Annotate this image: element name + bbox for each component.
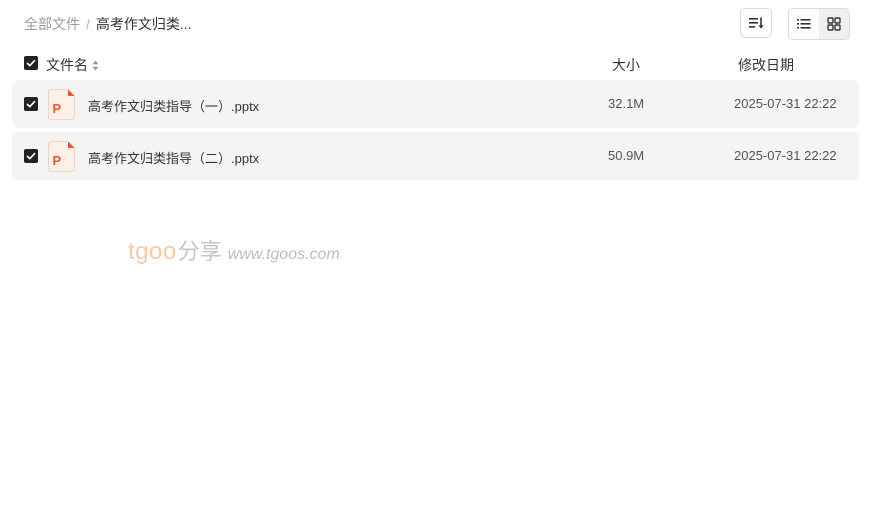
row-checkbox[interactable] — [24, 149, 38, 163]
watermark-cn: 分享 — [177, 239, 222, 264]
checkmark-icon — [26, 100, 36, 108]
grid-view-icon — [827, 17, 841, 31]
watermark-url: www.tgoos.com — [227, 246, 340, 263]
file-size: 32.1M — [608, 96, 645, 111]
select-all-checkbox[interactable] — [24, 56, 38, 70]
list-view-button[interactable] — [789, 9, 819, 39]
breadcrumb-separator: / — [86, 16, 90, 32]
file-name[interactable]: 高考作文归类指导（一）.pptx — [88, 96, 259, 115]
breadcrumb-root-link[interactable]: 全部文件 — [24, 14, 80, 34]
checkmark-icon — [26, 152, 36, 160]
view-toggle — [788, 8, 850, 40]
grid-view-button[interactable] — [819, 9, 849, 39]
column-header-name-label: 文件名 — [46, 57, 88, 73]
column-header-modified: 修改日期 — [738, 57, 794, 73]
file-modified-date: 2025-07-31 22:22 — [734, 96, 837, 111]
svg-text:P: P — [53, 101, 62, 116]
column-header-name[interactable]: 文件名 — [46, 55, 99, 75]
column-header-size: 大小 — [612, 57, 640, 73]
sort-toggle-icon — [92, 60, 99, 71]
file-modified-date: 2025-07-31 22:22 — [734, 148, 837, 163]
sort-icon — [749, 17, 764, 29]
breadcrumb-current: 高考作文归类... — [95, 16, 192, 32]
file-row[interactable]: P 高考作文归类指导（一）.pptx 32.1M 2025-07-31 22:2… — [12, 80, 859, 128]
pptx-file-icon: P — [48, 141, 75, 172]
file-size: 50.9M — [608, 148, 645, 163]
watermark-brand: tgoo — [128, 238, 177, 265]
svg-text:P: P — [53, 153, 62, 168]
list-view-icon — [797, 19, 811, 29]
watermark: tgoo 分享 www.tgoos.com — [128, 234, 340, 266]
sort-button[interactable] — [740, 8, 772, 38]
file-name[interactable]: 高考作文归类指导（二）.pptx — [88, 148, 259, 167]
file-row[interactable]: P 高考作文归类指导（二）.pptx 50.9M 2025-07-31 22:2… — [12, 132, 859, 180]
breadcrumb: 全部文件 / 高考作文归类... — [24, 15, 192, 33]
pptx-file-icon: P — [48, 89, 75, 120]
file-list-header: 文件名 大小 修改日期 — [12, 52, 859, 76]
checkmark-icon — [26, 59, 36, 67]
row-checkbox[interactable] — [24, 97, 38, 111]
